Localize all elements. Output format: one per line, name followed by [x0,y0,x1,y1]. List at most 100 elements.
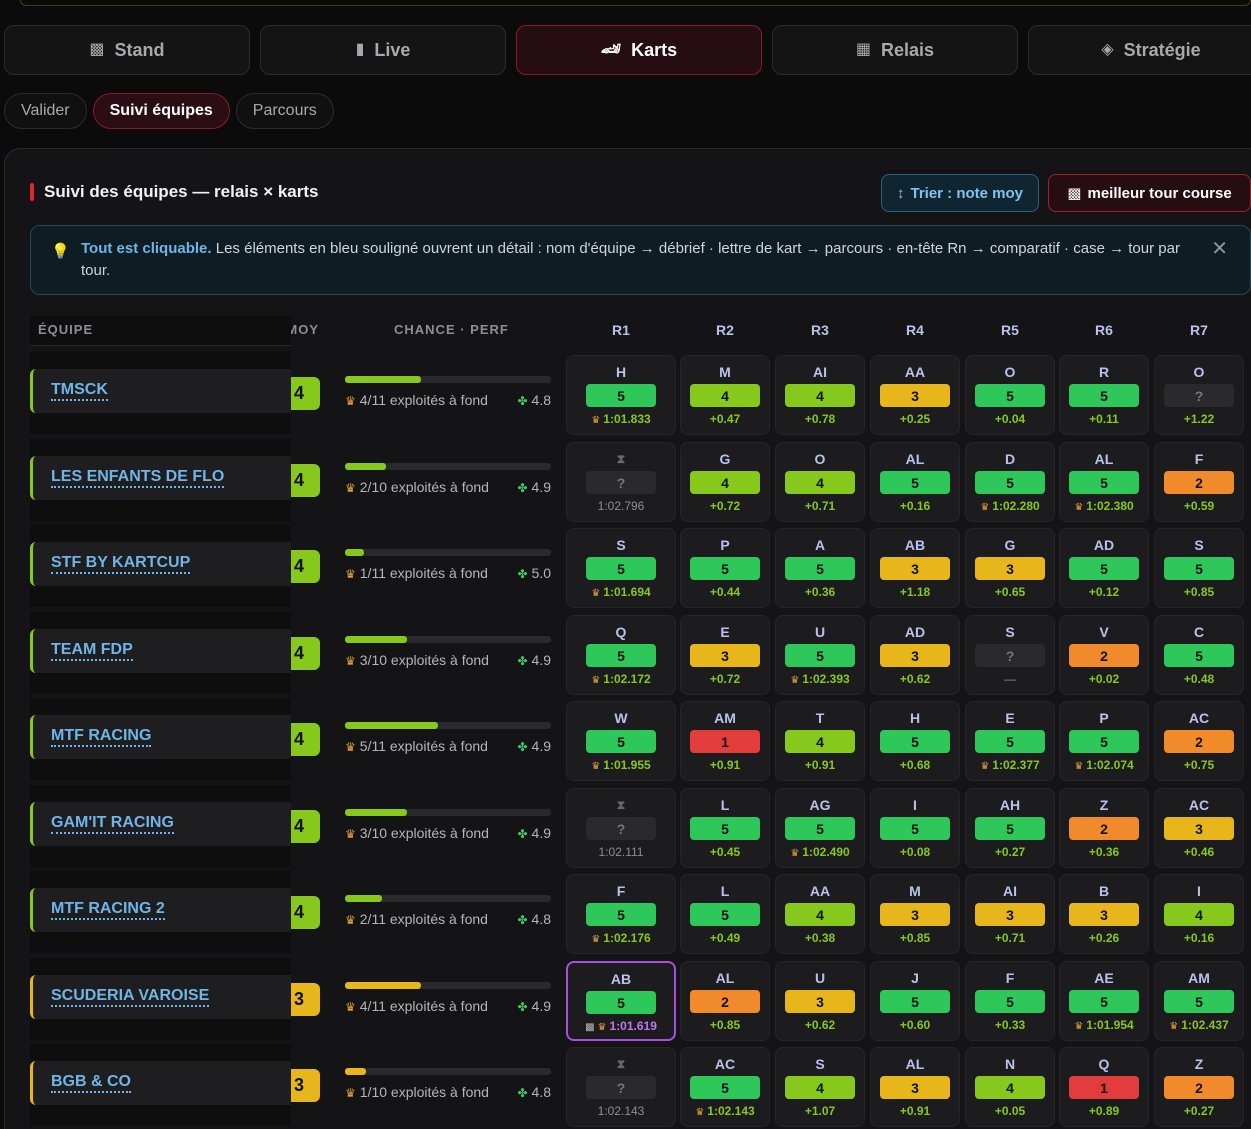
kart-letter-link[interactable]: F [1155,451,1243,467]
kart-letter-link[interactable]: Q [1060,1056,1148,1072]
relay-cell[interactable]: R 5 +0.11 [1059,355,1149,435]
relay-cell[interactable]: F 5 +0.33 [965,961,1055,1041]
relay-cell[interactable]: D 5 ♛ 1:02.280 [965,442,1055,522]
relay-cell[interactable]: U 3 +0.62 [775,961,865,1041]
relay-cell[interactable]: F 5 ♛ 1:02.176 [566,874,676,954]
kart-letter-link[interactable]: AB [568,971,674,987]
relay-cell[interactable]: H 5 ♛ 1:01.833 [566,355,676,435]
relay-cell[interactable]: S 5 ♛ 1:01.694 [566,528,676,608]
relay-cell[interactable]: M 3 +0.85 [870,874,960,954]
relay-cell[interactable]: W 5 ♛ 1:01.955 [566,701,676,781]
subtab-valider[interactable]: Valider [4,93,87,129]
relay-cell[interactable]: AA 4 +0.38 [775,874,865,954]
kart-letter-link[interactable]: T [776,710,864,726]
relay-cell[interactable]: V 2 +0.02 [1059,615,1149,695]
relay-cell[interactable]: AD 5 +0.12 [1059,528,1149,608]
relay-cell[interactable]: B 3 +0.26 [1059,874,1149,954]
kart-letter-link[interactable]: N [966,1056,1054,1072]
header-relay-r7[interactable]: R7 [1154,322,1244,338]
tab-karts[interactable]: 🏎 Karts [516,25,762,75]
kart-letter-link[interactable]: ⧗ [567,451,675,467]
kart-letter-link[interactable]: L [681,797,769,813]
kart-letter-link[interactable]: AA [776,883,864,899]
relay-cell[interactable]: AL 5 +0.16 [870,442,960,522]
relay-cell[interactable]: N 4 +0.05 [965,1047,1055,1127]
kart-letter-link[interactable]: AL [871,451,959,467]
kart-letter-link[interactable]: AB [871,537,959,553]
kart-letter-link[interactable]: ⧗ [567,797,675,813]
kart-letter-link[interactable]: V [1060,624,1148,640]
relay-cell[interactable]: AI 4 +0.78 [775,355,865,435]
kart-letter-link[interactable]: AI [966,883,1054,899]
relay-cell[interactable]: Z 2 +0.27 [1154,1047,1244,1127]
kart-letter-link[interactable]: AC [1155,710,1243,726]
kart-letter-link[interactable]: I [1155,883,1243,899]
kart-letter-link[interactable]: C [1155,624,1243,640]
relay-cell[interactable]: AC 3 +0.46 [1154,788,1244,868]
team-name-link[interactable]: LES ENFANTS DE FLO [51,468,225,488]
kart-letter-link[interactable]: U [776,624,864,640]
kart-letter-link[interactable]: M [871,883,959,899]
kart-letter-link[interactable]: Q [567,624,675,640]
relay-cell[interactable]: Q 5 ♛ 1:02.172 [566,615,676,695]
team-name-link[interactable]: GAM'IT RACING [51,814,174,834]
relay-cell[interactable]: I 5 +0.08 [870,788,960,868]
relay-cell[interactable]: AB 5 ▩ ♛ 1:01.619 [566,961,676,1041]
header-relay-r4[interactable]: R4 [870,322,960,338]
relay-cell[interactable]: F 2 +0.59 [1154,442,1244,522]
relay-cell[interactable]: AH 5 +0.27 [965,788,1055,868]
team-name-link[interactable]: BGB & CO [51,1073,131,1093]
relay-cell[interactable]: Q 1 +0.89 [1059,1047,1149,1127]
relay-cell[interactable]: L 5 +0.45 [680,788,770,868]
kart-letter-link[interactable]: AH [966,797,1054,813]
kart-letter-link[interactable]: S [1155,537,1243,553]
kart-letter-link[interactable]: AL [681,970,769,986]
relay-cell[interactable]: Z 2 +0.36 [1059,788,1149,868]
relay-cell[interactable]: AM 1 +0.91 [680,701,770,781]
kart-letter-link[interactable]: AE [1060,970,1148,986]
team-name-link[interactable]: MTF RACING 2 [51,900,165,920]
relay-cell[interactable]: AA 3 +0.25 [870,355,960,435]
relay-cell[interactable]: S? — [965,615,1055,695]
kart-letter-link[interactable]: AA [871,364,959,380]
relay-cell[interactable]: AI 3 +0.71 [965,874,1055,954]
close-icon[interactable]: ✕ [1211,238,1228,260]
kart-letter-link[interactable]: AL [1060,451,1148,467]
relay-cell[interactable]: AC 2 +0.75 [1154,701,1244,781]
relay-cell[interactable]: AD 3 +0.62 [870,615,960,695]
relay-cell[interactable]: S 4 +1.07 [775,1047,865,1127]
kart-letter-link[interactable]: D [966,451,1054,467]
kart-letter-link[interactable]: U [776,970,864,986]
team-name-link[interactable]: STF BY KARTCUP [51,554,191,574]
kart-letter-link[interactable]: W [567,710,675,726]
best-lap-button[interactable]: ▩ meilleur tour course [1048,174,1251,212]
kart-letter-link[interactable]: H [871,710,959,726]
kart-letter-link[interactable]: AL [871,1056,959,1072]
kart-letter-link[interactable]: G [681,451,769,467]
kart-letter-link[interactable]: ⧗ [567,1056,675,1072]
kart-letter-link[interactable]: H [567,364,675,380]
header-relay-r5[interactable]: R5 [965,322,1055,338]
team-name-link[interactable]: SCUDERIA VAROISE [51,987,210,1007]
relay-cell[interactable]: P 5 ♛ 1:02.074 [1059,701,1149,781]
kart-letter-link[interactable]: O [776,451,864,467]
kart-letter-link[interactable]: S [966,624,1054,640]
relay-cell[interactable]: E 3 +0.72 [680,615,770,695]
kart-letter-link[interactable]: AG [776,797,864,813]
header-relay-r1[interactable]: R1 [576,322,666,338]
relay-cell[interactable]: G 4 +0.72 [680,442,770,522]
relay-cell[interactable]: AE 5 ♛ 1:01.954 [1059,961,1149,1041]
header-relay-r3[interactable]: R3 [775,322,865,338]
kart-letter-link[interactable]: AC [681,1056,769,1072]
relay-cell[interactable]: AM 5 ♛ 1:02.437 [1154,961,1244,1041]
kart-letter-link[interactable]: AC [1155,797,1243,813]
relay-cell[interactable]: E 5 ♛ 1:02.377 [965,701,1055,781]
relay-cell[interactable]: M 4 +0.47 [680,355,770,435]
tab-stand[interactable]: ▩ Stand [4,25,250,75]
kart-letter-link[interactable]: Z [1060,797,1148,813]
relay-cell[interactable]: O? +1.22 [1154,355,1244,435]
sort-button[interactable]: ↕ Trier : note moy [881,174,1039,212]
relay-cell[interactable]: ⧗? 1:02.796 [566,442,676,522]
relay-cell[interactable]: O 5 +0.04 [965,355,1055,435]
kart-letter-link[interactable]: E [966,710,1054,726]
